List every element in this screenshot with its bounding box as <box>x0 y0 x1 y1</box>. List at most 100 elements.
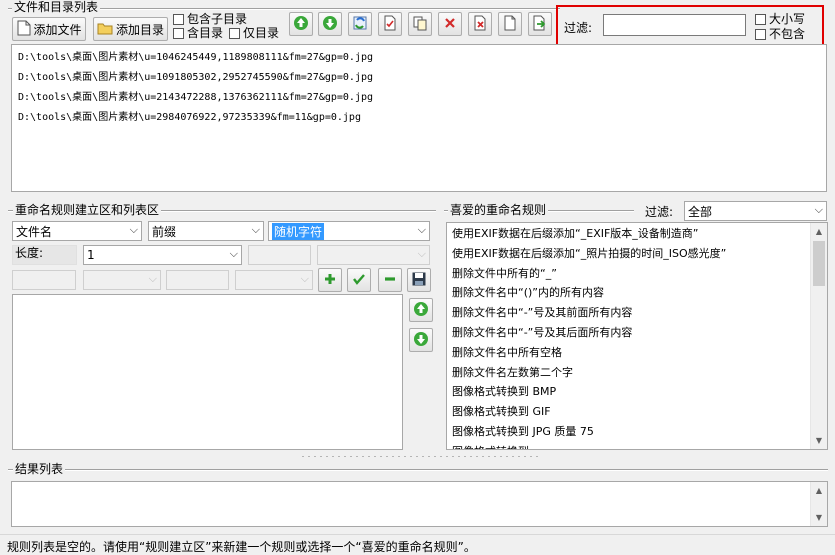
favorites-list[interactable]: 使用EXIF数据在后缀添加“_EXIF版本_设备制造商” 使用EXIF数据在后缀… <box>446 222 828 450</box>
exclude-checkbox[interactable]: 不包含 <box>755 28 805 41</box>
save-rule-button[interactable] <box>407 268 431 292</box>
remove-rule-button[interactable] <box>378 268 402 292</box>
file-list[interactable]: D:\tools\桌面\图片素材\u=1046245449,1189808111… <box>11 44 827 192</box>
rule-move-up-button[interactable] <box>409 298 433 322</box>
favorite-rule-item[interactable]: 删除文件名左数第二个字 <box>447 363 827 383</box>
favorites-filter-value: 全部 <box>688 204 713 219</box>
favorite-rule-item[interactable]: 图像格式转换到 BMP <box>447 382 827 402</box>
param-field-disabled <box>166 270 229 290</box>
checkbox-box <box>173 14 184 25</box>
favorite-rule-item[interactable]: 删除文件名中“-”号及其后面所有内容 <box>447 323 827 343</box>
rule-value-value: 随机字符 <box>272 222 325 240</box>
check-document-button[interactable] <box>378 12 402 36</box>
length-value: 1 <box>87 248 95 262</box>
include-dirs-checkbox[interactable]: 含目录 <box>173 27 223 40</box>
case-sensitive-checkbox[interactable]: 大小写 <box>755 13 805 26</box>
copy-button[interactable] <box>408 12 432 36</box>
add-file-button[interactable]: 添加文件 <box>12 17 86 41</box>
favorite-rule-item[interactable]: 图像格式转换到 GIF <box>447 402 827 422</box>
delete-file-icon <box>472 15 488 34</box>
favorite-rule-item[interactable]: 删除文件名中“()”内的所有内容 <box>447 283 827 303</box>
move-up-button[interactable] <box>289 12 313 36</box>
status-bar: 规则列表是空的。请使用“规则建立区”来新建一个规则或选择一个“喜爱的重命名规则”… <box>0 534 835 554</box>
scroll-up-icon[interactable]: ▲ <box>811 482 827 499</box>
results-scrollbar[interactable]: ▲ ▼ <box>810 482 827 526</box>
favorite-rule-item[interactable]: 图像格式转换到 <box>447 442 827 449</box>
delete-file-button[interactable] <box>468 12 492 36</box>
plus-icon <box>323 272 337 289</box>
export-button[interactable] <box>528 12 552 36</box>
refresh-button[interactable] <box>348 12 372 36</box>
favorite-rule-item[interactable]: 删除文件中所有的“_” <box>447 264 827 284</box>
save-icon <box>411 271 427 290</box>
length-select[interactable]: 1 ⌵ <box>83 245 242 265</box>
add-directory-button[interactable]: 添加目录 <box>93 17 168 41</box>
checkbox-box <box>229 28 240 39</box>
param-field-disabled <box>12 270 76 290</box>
favorite-rule-item[interactable]: 删除文件名中“-”号及其前面所有内容 <box>447 303 827 323</box>
chevron-down-icon: ⌵ <box>251 223 260 236</box>
arrow-up-icon <box>293 15 309 34</box>
chevron-down-icon: ⌵ <box>229 247 238 260</box>
results-section-title: 结果列表 <box>13 462 66 476</box>
chevron-down-icon: ⌵ <box>814 203 823 216</box>
add-file-label: 添加文件 <box>33 22 82 37</box>
document-icon <box>502 15 518 34</box>
favorite-rule-item[interactable]: 使用EXIF数据在后缀添加“_EXIF版本_设备制造商” <box>447 224 827 244</box>
arrow-up-icon <box>413 301 429 320</box>
rules-section-title: 重命名规则建立区和列表区 <box>13 203 162 217</box>
file-list-item[interactable]: D:\tools\桌面\图片素材\u=2984076922,97235339&f… <box>12 108 826 128</box>
favorites-section-title: 喜爱的重命名规则 <box>448 203 549 217</box>
file-list-item[interactable]: D:\tools\桌面\图片素材\u=2143472288,1376362111… <box>12 88 826 108</box>
rule-type-select[interactable]: 文件名 ⌵ <box>12 221 142 241</box>
results-list[interactable]: ▲ ▼ <box>11 481 828 527</box>
file-list-item[interactable]: D:\tools\桌面\图片素材\u=1091805302,2952745590… <box>12 68 826 88</box>
chevron-down-icon: ⌵ <box>417 247 426 260</box>
add-directory-label: 添加目录 <box>116 22 165 37</box>
rule-list[interactable] <box>12 294 403 450</box>
checkbox-box <box>755 29 766 40</box>
file-list-item[interactable]: D:\tools\桌面\图片素材\u=1046245449,1189808111… <box>12 48 826 68</box>
confirm-rule-button[interactable] <box>347 268 371 292</box>
splitter-grip[interactable] <box>300 455 540 458</box>
chevron-down-icon: ⌵ <box>300 272 309 285</box>
param-select-disabled: ⌵ <box>83 270 161 290</box>
scroll-down-icon[interactable]: ▼ <box>811 432 827 449</box>
include-subdirs-checkbox[interactable]: 包含子目录 <box>173 13 247 26</box>
scroll-up-icon[interactable]: ▲ <box>811 223 827 240</box>
favorite-rule-item[interactable]: 使用EXIF数据在后缀添加“_照片拍摄的时间_ISO感光度” <box>447 244 827 264</box>
length-label: 长度: <box>12 245 77 265</box>
copy-icon <box>412 15 428 34</box>
filter-input[interactable] <box>603 14 746 36</box>
document-button[interactable] <box>498 12 522 36</box>
favorites-scrollbar[interactable]: ▲ ▼ <box>810 223 827 449</box>
param-field-disabled <box>248 245 311 265</box>
scroll-down-icon[interactable]: ▼ <box>811 509 827 526</box>
scrollbar-thumb[interactable] <box>813 241 825 286</box>
favorites-filter-select[interactable]: 全部 ⌵ <box>684 201 827 221</box>
include-dirs-label: 含目录 <box>187 26 224 40</box>
dirs-only-checkbox[interactable]: 仅目录 <box>229 27 279 40</box>
rule-value-select[interactable]: 随机字符 ⌵ <box>268 221 430 241</box>
favorite-rule-item[interactable]: 删除文件名中所有空格 <box>447 343 827 363</box>
rule-position-select[interactable]: 前缀 ⌵ <box>148 221 264 241</box>
chevron-down-icon: ⌵ <box>129 223 138 236</box>
export-icon <box>532 15 548 34</box>
check-icon <box>352 272 366 289</box>
file-icon <box>17 20 31 39</box>
add-rule-button[interactable] <box>318 268 342 292</box>
checkbox-box <box>755 14 766 25</box>
delete-button[interactable] <box>438 12 462 36</box>
rule-position-value: 前缀 <box>152 224 177 239</box>
status-text: 规则列表是空的。请使用“规则建立区”来新建一个规则或选择一个“喜爱的重命名规则”… <box>7 540 476 554</box>
results-section-divider <box>8 469 828 471</box>
favorite-rule-item[interactable]: 图像格式转换到 JPG 质量 75 <box>447 422 827 442</box>
folder-icon <box>97 21 113 38</box>
move-down-button[interactable] <box>318 12 342 36</box>
filter-label: 过滤: <box>564 21 593 35</box>
case-sensitive-label: 大小写 <box>769 12 806 26</box>
chevron-down-icon: ⌵ <box>417 223 426 236</box>
rule-move-down-button[interactable] <box>409 328 433 352</box>
arrow-down-icon <box>322 15 338 34</box>
files-section-title: 文件和目录列表 <box>12 0 101 14</box>
